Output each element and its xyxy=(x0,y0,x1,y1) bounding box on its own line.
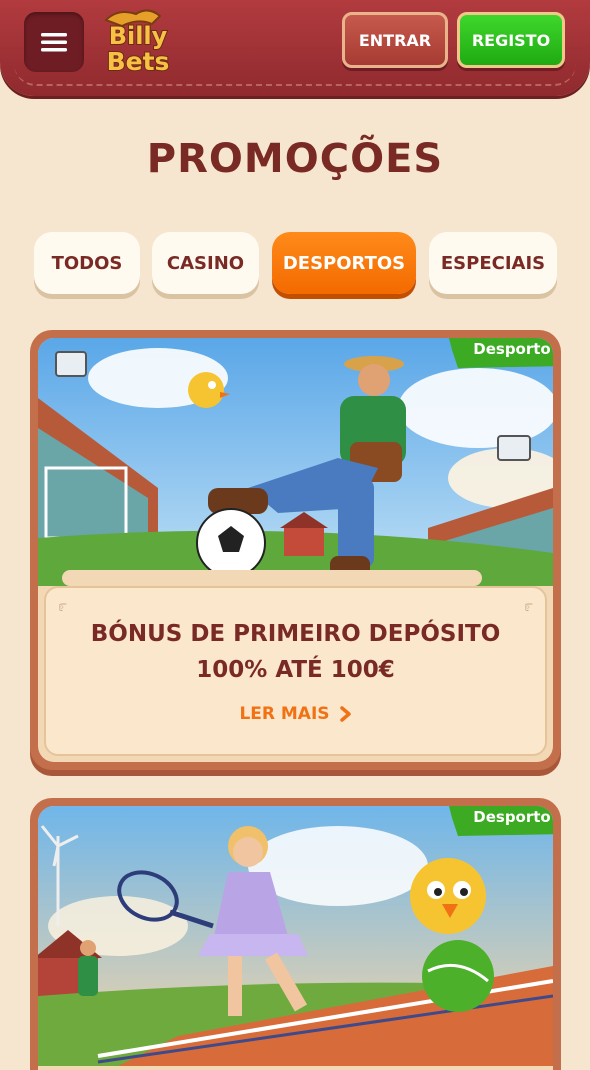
chevron-right-icon xyxy=(339,706,351,722)
promo-card[interactable]: Desporto ೯ ೯ BÓNUS DE PRIMEIRO DEPÓSITO … xyxy=(30,330,561,770)
register-button[interactable]: REGISTO xyxy=(457,12,565,68)
logo-text-top: Billy xyxy=(109,22,168,50)
flourish-left-icon: ೯ xyxy=(58,596,67,615)
logo-text-bottom: Bets xyxy=(107,47,170,76)
tab-todos[interactable]: TODOS xyxy=(34,232,140,294)
promo-title: BÓNUS DE PRIMEIRO DEPÓSITO 100% ATÉ 100€ xyxy=(46,616,545,688)
promo-image-tennis xyxy=(38,806,553,1066)
promo-card-inner: Desporto xyxy=(38,806,553,1070)
hamburger-icon xyxy=(41,33,67,52)
promo-card-inner: Desporto ೯ ೯ BÓNUS DE PRIMEIRO DEPÓSITO … xyxy=(38,338,553,762)
promo-image-football xyxy=(38,338,553,586)
promo-title-line2: 100% ATÉ 100€ xyxy=(196,657,395,683)
flourish-right-icon: ೯ xyxy=(524,596,533,615)
page-title: PROMOÇÕES xyxy=(146,136,444,182)
logo[interactable]: Billy Bets xyxy=(98,6,176,78)
billy-bets-logo: Billy Bets xyxy=(104,9,170,77)
promo-title-line1: BÓNUS DE PRIMEIRO DEPÓSITO xyxy=(90,621,501,647)
menu-button[interactable] xyxy=(24,12,84,72)
category-badge: Desporto xyxy=(473,808,551,826)
read-more-link[interactable]: LER MAIS xyxy=(46,704,545,724)
read-more-label: LER MAIS xyxy=(239,704,330,724)
site-header: Billy Bets ENTRAR REGISTO xyxy=(0,0,590,96)
tab-especiais[interactable]: ESPECIAIS xyxy=(429,232,557,294)
tab-casino[interactable]: CASINO xyxy=(152,232,259,294)
promo-content: ೯ ೯ BÓNUS DE PRIMEIRO DEPÓSITO 100% ATÉ … xyxy=(44,586,547,756)
category-badge: Desporto xyxy=(473,340,551,358)
login-button[interactable]: ENTRAR xyxy=(342,12,448,68)
tab-desportos[interactable]: DESPORTOS xyxy=(272,232,416,294)
promo-card[interactable]: Desporto xyxy=(30,798,561,1070)
